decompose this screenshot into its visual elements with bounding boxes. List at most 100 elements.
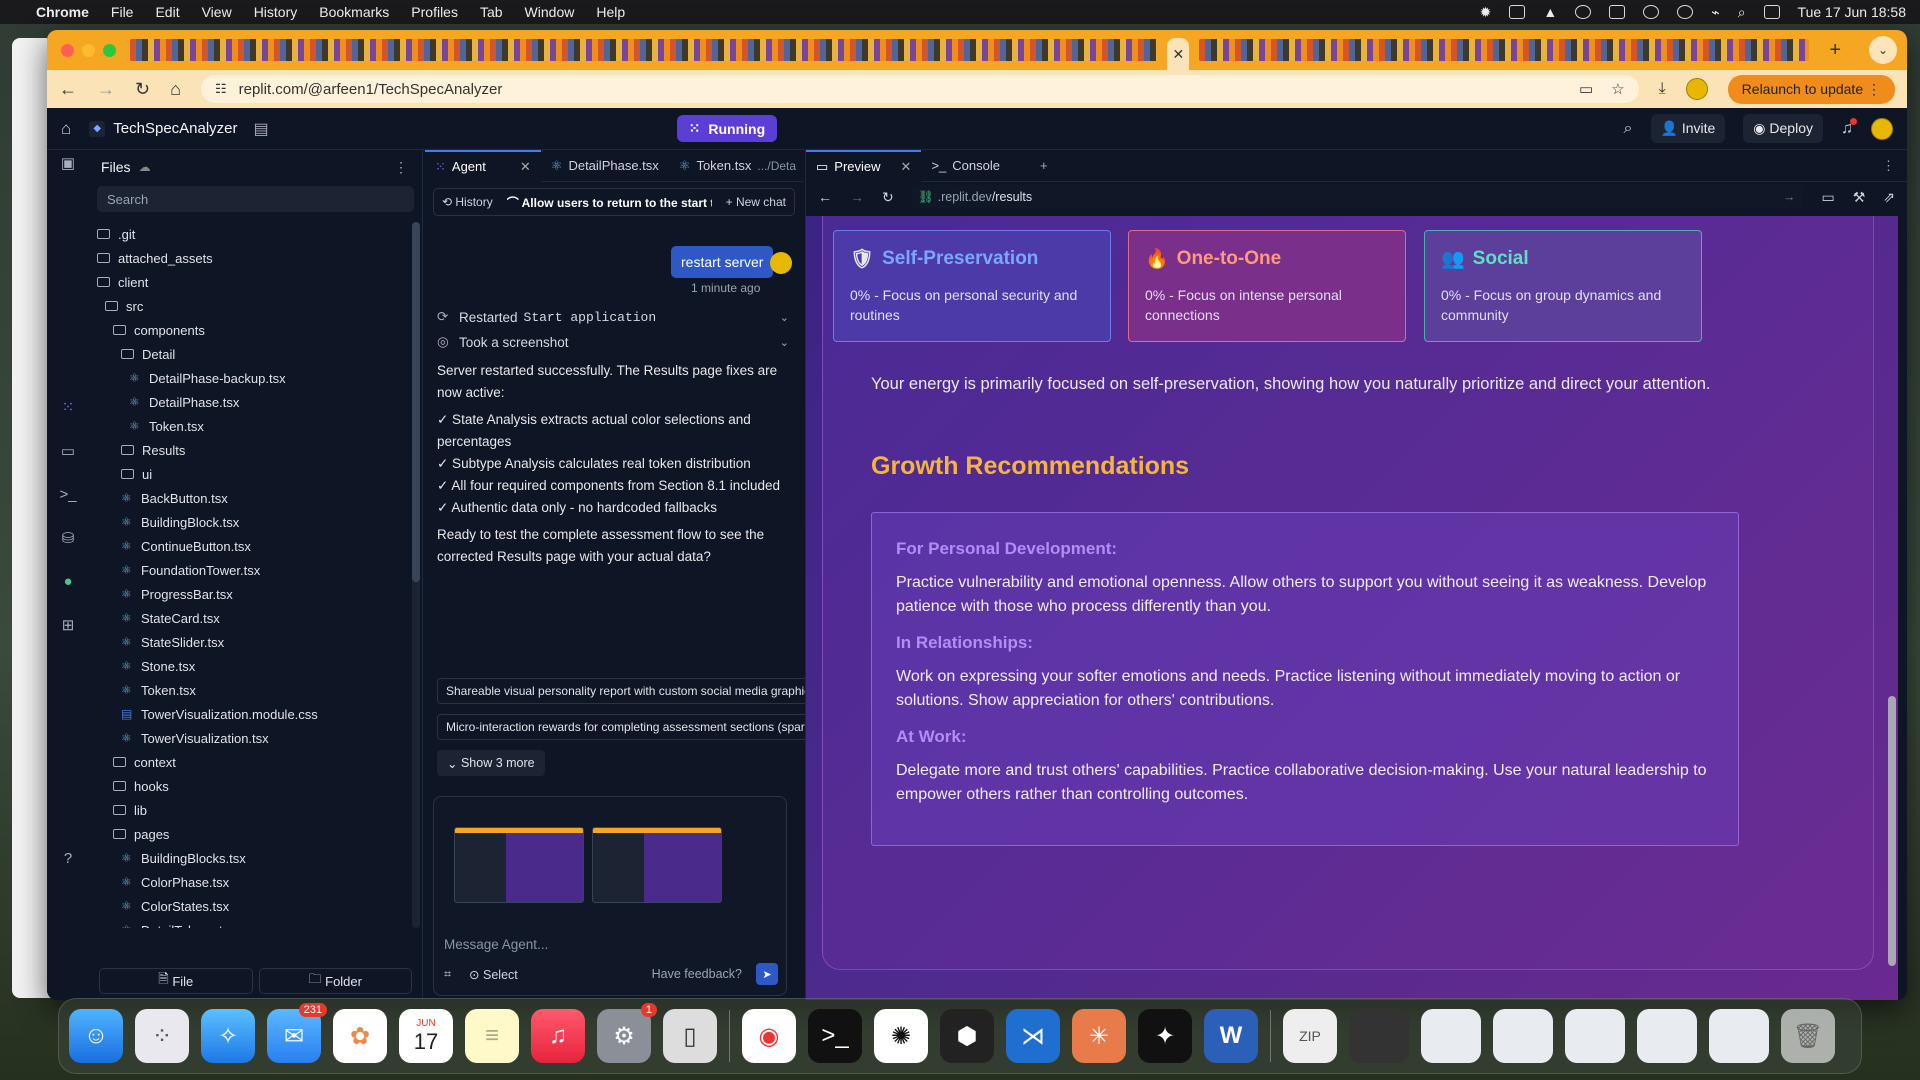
sparkle-app-icon[interactable]: ✦ [1138,1009,1192,1063]
file-tree-row[interactable]: ⚛ ColorPhase.tsx [89,870,410,894]
wifi-off-icon[interactable]: ⌁ [1711,4,1719,21]
attach-icon[interactable]: ⌗ [444,967,451,982]
file-tree-row[interactable]: ⚛ ProgressBar.tsx [89,582,410,606]
help-icon[interactable]: ? [64,850,72,867]
recent-window-thumbnail[interactable] [1493,1009,1553,1063]
file-tree-row[interactable]: lib [89,798,410,822]
file-tree-row[interactable]: Detail [89,342,410,366]
all-tools-icon[interactable]: ⊞ [62,616,75,634]
replit-home-icon[interactable]: ⌂ [61,119,71,139]
suggestion-chip[interactable]: Shareable visual personality report with… [437,678,831,704]
display-icon[interactable] [1609,5,1626,19]
file-tree-row[interactable]: .git [89,222,410,246]
menu-profiles[interactable]: Profiles [411,4,458,20]
menu-help[interactable]: Help [596,4,625,20]
files-menu-icon[interactable]: ⋮ [394,159,408,176]
chevron-down-icon[interactable]: ⌄ [780,336,789,349]
recent-window-thumbnail[interactable] [1421,1009,1481,1063]
tab-console[interactable]: >_ Console [921,150,1010,182]
preview-tool-icon[interactable]: ▭ [61,442,75,460]
menu-bookmarks[interactable]: Bookmarks [319,4,389,20]
trash-icon[interactable]: 🗑 [1781,1009,1835,1063]
file-tree-row[interactable]: ⚛ DetailPhase-backup.tsx [89,366,410,390]
recent-window-thumbnail[interactable] [1349,1009,1409,1063]
file-tree-row[interactable]: ⚛ TowerVisualization.tsx [89,726,410,750]
reload-icon[interactable]: ↻ [135,79,150,100]
cast-icon[interactable]: ▭ [1579,80,1593,98]
brightness-icon[interactable]: ✹ [1480,4,1492,21]
more-tabs-favicons[interactable] [1199,39,1810,61]
secrets-tool-icon[interactable]: ● [63,573,72,590]
file-tree-row[interactable]: ⚛ StateCard.tsx [89,606,410,630]
chrome-icon[interactable]: ◉ [742,1009,796,1063]
devices-icon[interactable]: ▭ [1821,189,1834,206]
zip-file-icon[interactable]: ZIP [1283,1009,1337,1063]
spotlight-icon[interactable]: ⌕ [1738,4,1746,21]
file-tree-row[interactable]: ⚛ DetailPhase.tsx [89,390,410,414]
chatgpt-icon[interactable] [1575,5,1592,19]
file-tree-row[interactable]: ⚛ Token.tsx [89,678,410,702]
minimize-window-button[interactable] [82,43,95,57]
menu-view[interactable]: View [202,4,232,20]
file-tree-row[interactable]: pages [89,822,410,846]
file-tree-row[interactable]: ⚛ BuildingBlock.tsx [89,510,410,534]
tab-agent[interactable]: ⁙ Agent ✕ [425,149,541,182]
user-avatar[interactable] [1871,117,1893,140]
new-file-button[interactable]: 🗎 File [99,968,253,994]
file-tree-row[interactable]: client [89,270,410,294]
send-icon[interactable]: ➤ [756,963,778,985]
menu-window[interactable]: Window [525,4,575,20]
safari-icon[interactable]: ✧ [201,1009,255,1063]
history-button[interactable]: ⟲ History [442,195,493,209]
preview-back-icon[interactable]: ← [818,189,832,205]
file-tree-row[interactable]: src [89,294,410,318]
download-icon[interactable]: ⤓ [1659,80,1666,98]
menu-edit[interactable]: Edit [155,4,179,20]
chatgpt-app-icon[interactable]: ✺ [874,1009,928,1063]
new-tab-button[interactable]: + [1829,39,1841,62]
new-chat-button[interactable]: + New chat [726,195,786,209]
file-tree-row[interactable]: context [89,750,410,774]
thread-title[interactable]: ⌒ Allow users to return to the start to … [507,194,712,211]
pinned-tabs-favicons[interactable] [130,39,1158,61]
preview-reload-icon[interactable]: ↻ [882,189,894,206]
home-icon[interactable]: ⌂ [170,79,181,100]
terminal-app-icon[interactable]: >_ [808,1009,862,1063]
close-icon[interactable]: ✕ [520,159,531,175]
zoom-window-button[interactable] [103,43,116,57]
tabs-menu-icon[interactable]: ⋮ [1882,158,1895,174]
deploy-button[interactable]: ◉ Deploy [1743,114,1823,143]
file-tree-row[interactable]: ⚛ ColorStates.tsx [89,894,410,918]
file-tree-row[interactable]: ⚛ Token.tsx [89,414,410,438]
file-tree-row[interactable]: ⚛ BuildingBlocks.tsx [89,846,410,870]
file-tree-row[interactable]: ⚛ BackButton.tsx [89,486,410,510]
message-input[interactable]: Message Agent... [444,937,548,952]
file-tree-row[interactable]: ⚛ Stone.tsx [89,654,410,678]
notifications-bell-icon[interactable]: ♫ [1841,117,1857,138]
file-tree-row[interactable]: ui [89,462,410,486]
tab-preview[interactable]: ▭ Preview ✕ [806,149,922,182]
system-settings-icon[interactable]: ⚙ 1 [597,1003,657,1063]
file-tree-row[interactable]: components [89,318,410,342]
forward-arrow-icon[interactable]: → [97,79,115,100]
chevron-down-icon[interactable]: ⌄ [780,311,789,324]
new-tab-plus-icon[interactable]: + [1040,158,1048,173]
claude-icon[interactable]: ✳ [1072,1009,1126,1063]
notes-icon[interactable]: ≡ [465,1009,519,1063]
perplexity-icon[interactable]: ⬢ [940,1009,994,1063]
file-tree-row[interactable]: attached_assets [89,246,410,270]
word-icon[interactable]: W [1204,1009,1258,1063]
recent-window-thumbnail[interactable] [1565,1009,1625,1063]
play-icon[interactable] [1677,5,1694,19]
menu-app-name[interactable]: Chrome [36,4,89,20]
select-button[interactable]: ⊙ Select [469,967,518,982]
active-tab-close-icon[interactable]: ✕ [1167,38,1190,70]
action-restarted[interactable]: ⟳ Restarted Start application ⌄ [437,306,789,328]
music-icon[interactable]: ♫ [531,1009,585,1063]
iphone-mirroring-icon[interactable]: ▯ [663,1009,717,1063]
menu-tab[interactable]: Tab [480,4,503,20]
omnibox[interactable]: ☷ replit.com/@arfeen1/TechSpecAnalyzer ▭… [200,75,1639,103]
search-icon[interactable]: ⌕ [1624,120,1633,138]
mail-icon[interactable]: ✉ 231 [267,1003,327,1063]
open-external-icon[interactable]: ⇗ [1883,189,1895,206]
